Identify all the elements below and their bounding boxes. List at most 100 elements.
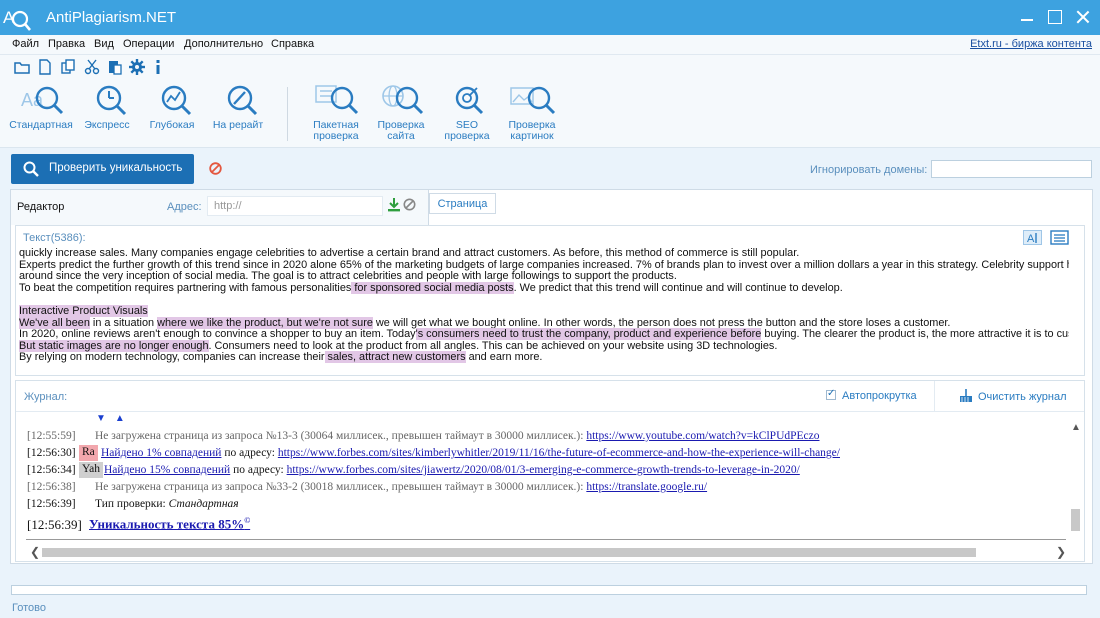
arrow-up-icon[interactable]: ▲ bbox=[115, 413, 134, 424]
batch-check-icon bbox=[315, 85, 359, 115]
ribbon: Aa Стандартная Экспресс Глубокая На рера… bbox=[0, 79, 1100, 148]
menu-edit[interactable]: Правка bbox=[48, 38, 85, 50]
menu-bar: Файл Правка Вид Операции Дополнительно С… bbox=[0, 35, 1100, 55]
menu-extra[interactable]: Дополнительно bbox=[184, 38, 263, 50]
matched-fragment: for sponsored social media posts bbox=[351, 281, 514, 294]
standard-check-icon: Aa bbox=[21, 86, 64, 115]
matched-fragment: But static images are no longer enough bbox=[19, 339, 209, 352]
log-url[interactable]: https://www.forbes.com/sites/jiawertz/20… bbox=[287, 464, 800, 476]
check-deep-button[interactable]: Глубокая bbox=[139, 83, 205, 131]
tab-page[interactable]: Страница bbox=[429, 193, 496, 214]
text-content[interactable]: quickly increase sales. Many companies e… bbox=[19, 248, 1069, 369]
text-list-view-icon[interactable] bbox=[1050, 230, 1069, 245]
log-time: [12:56:39] bbox=[27, 498, 76, 510]
search-engine-badge: Yah bbox=[79, 462, 104, 478]
log-time: [12:56:30] bbox=[27, 447, 76, 459]
deep-check-icon bbox=[161, 85, 192, 116]
matched-fragment: We've all been bbox=[19, 316, 90, 329]
ignore-domains-label: Игнорировать домены: bbox=[810, 164, 928, 176]
info-icon[interactable] bbox=[150, 59, 166, 75]
log-text: Тип проверки: bbox=[95, 498, 169, 510]
paste-icon[interactable] bbox=[107, 59, 123, 75]
check-rewrite-button[interactable]: На рерайт bbox=[205, 83, 271, 131]
ribbon-label-batch-2: проверка bbox=[313, 130, 359, 142]
clear-address-icon[interactable] bbox=[403, 198, 416, 211]
autoscroll-label: Автопрокрутка bbox=[842, 390, 917, 402]
tab-editor[interactable]: Редактор Адрес: http:// bbox=[10, 189, 429, 225]
scroll-thumb[interactable] bbox=[42, 548, 976, 557]
menu-help[interactable]: Справка bbox=[271, 38, 314, 50]
image-check-button[interactable]: Проверка картинок bbox=[499, 83, 565, 142]
minimize-button[interactable] bbox=[1020, 10, 1034, 24]
autoscroll-checkbox[interactable]: Автопрокрутка bbox=[826, 388, 917, 402]
journal-vertical-scrollbar[interactable]: ▲ bbox=[1069, 417, 1083, 543]
text-fragment: By relying on modern technology, compani… bbox=[19, 351, 325, 364]
search-icon bbox=[23, 161, 39, 177]
log-text: по адресу: bbox=[221, 447, 278, 459]
status-text: Готово bbox=[12, 602, 46, 614]
arrow-down-icon[interactable]: ▼ bbox=[96, 413, 115, 424]
text-editor[interactable]: Текст(5386): A quickly increase sales. M… bbox=[15, 225, 1085, 376]
express-check-icon bbox=[96, 85, 127, 116]
result-time: [12:56:39] bbox=[27, 517, 82, 532]
address-input[interactable]: http:// bbox=[207, 196, 383, 216]
log-url[interactable]: https://translate.google.ru/ bbox=[586, 481, 707, 493]
download-icon[interactable] bbox=[388, 198, 400, 212]
stop-icon[interactable] bbox=[209, 162, 222, 175]
settings-gear-icon[interactable] bbox=[129, 59, 145, 75]
log-time: [12:56:34] bbox=[27, 464, 76, 476]
check-express-button[interactable]: Экспресс bbox=[74, 83, 140, 131]
log-url[interactable]: https://www.forbes.com/sites/kimberlywhi… bbox=[278, 447, 840, 459]
cut-icon[interactable] bbox=[84, 59, 100, 75]
seo-check-button[interactable]: SEO проверка bbox=[434, 83, 500, 142]
log-row: [12:55:59] Не загружена страница из запр… bbox=[26, 428, 1066, 445]
text-fragment: To beat the competition requires partner… bbox=[19, 281, 352, 294]
match-link[interactable]: Найдено 15% совпадений bbox=[104, 464, 230, 476]
text-line: To beat the competition requires partner… bbox=[19, 281, 1069, 295]
log-message: Не загружена страница из запроса №33-2 (… bbox=[95, 481, 707, 493]
scroll-right-icon[interactable]: ❯ bbox=[1056, 545, 1066, 559]
journal-header: Журнал: Автопрокрутка Очистить журнал bbox=[16, 381, 1084, 412]
uniqueness-result-text: Уникальность текста 85% bbox=[89, 516, 245, 532]
highlight-view-icon[interactable]: A bbox=[1023, 230, 1042, 245]
log-text: по адресу: bbox=[230, 464, 287, 476]
site-check-button[interactable]: Проверка сайта bbox=[368, 83, 434, 142]
rewrite-check-icon bbox=[227, 85, 258, 116]
text-line: By relying on modern technology, compani… bbox=[19, 351, 1069, 364]
menu-operations[interactable]: Операции bbox=[123, 38, 174, 50]
ignore-domains-input[interactable] bbox=[931, 160, 1092, 178]
match-link[interactable]: Найдено 1% совпадений bbox=[101, 447, 221, 459]
checkbox-checked-icon bbox=[826, 388, 836, 400]
matched-fragment: 's consumers need to trust the company, … bbox=[415, 328, 762, 341]
clear-journal-button[interactable]: Очистить журнал bbox=[957, 389, 1067, 403]
journal-separator bbox=[934, 381, 935, 412]
scroll-up-icon[interactable]: ▲ bbox=[1071, 422, 1081, 433]
uniqueness-result-link[interactable]: Уникальность текста 85%© bbox=[89, 516, 250, 532]
open-folder-icon[interactable] bbox=[14, 59, 30, 75]
text-fragment: . We predict that this trend will contin… bbox=[513, 281, 843, 294]
scroll-thumb[interactable] bbox=[1071, 509, 1080, 531]
journal-horizontal-scrollbar[interactable]: ❮ ❯ bbox=[27, 545, 1069, 559]
copy-icon[interactable] bbox=[60, 59, 76, 75]
log-message: Найдено 15% совпадений по адресу: https:… bbox=[104, 464, 800, 476]
quick-toolbar bbox=[0, 55, 1100, 79]
batch-check-button[interactable]: Пакетная проверка bbox=[303, 83, 369, 142]
log-row: [12:56:30] Ra Найдено 1% совпадений по а… bbox=[26, 445, 1066, 462]
etxt-link[interactable]: Etxt.ru - биржа контента bbox=[970, 38, 1092, 50]
check-standard-button[interactable]: Aa Стандартная bbox=[8, 83, 74, 131]
image-check-icon bbox=[510, 86, 556, 115]
log-url[interactable]: https://www.youtube.com/watch?v=kClPUdPE… bbox=[586, 430, 819, 442]
text-fragment: In 2020, online reviews aren't enough to… bbox=[19, 328, 416, 341]
log-time: [12:55:59] bbox=[27, 430, 76, 442]
log-message: Найдено 1% совпадений по адресу: https:/… bbox=[101, 447, 840, 459]
maximize-button[interactable] bbox=[1048, 10, 1062, 24]
close-button[interactable] bbox=[1076, 10, 1090, 24]
menu-file[interactable]: Файл bbox=[12, 38, 39, 50]
scroll-left-icon[interactable]: ❮ bbox=[30, 545, 40, 559]
ribbon-label-images-2: картинок bbox=[510, 130, 554, 142]
check-uniqueness-button[interactable]: Проверить уникальность bbox=[11, 154, 194, 184]
new-file-icon[interactable] bbox=[37, 59, 53, 75]
ribbon-label-standard: Стандартная bbox=[9, 119, 73, 131]
menu-view[interactable]: Вид bbox=[94, 38, 114, 50]
address-label: Адрес: bbox=[167, 201, 202, 213]
